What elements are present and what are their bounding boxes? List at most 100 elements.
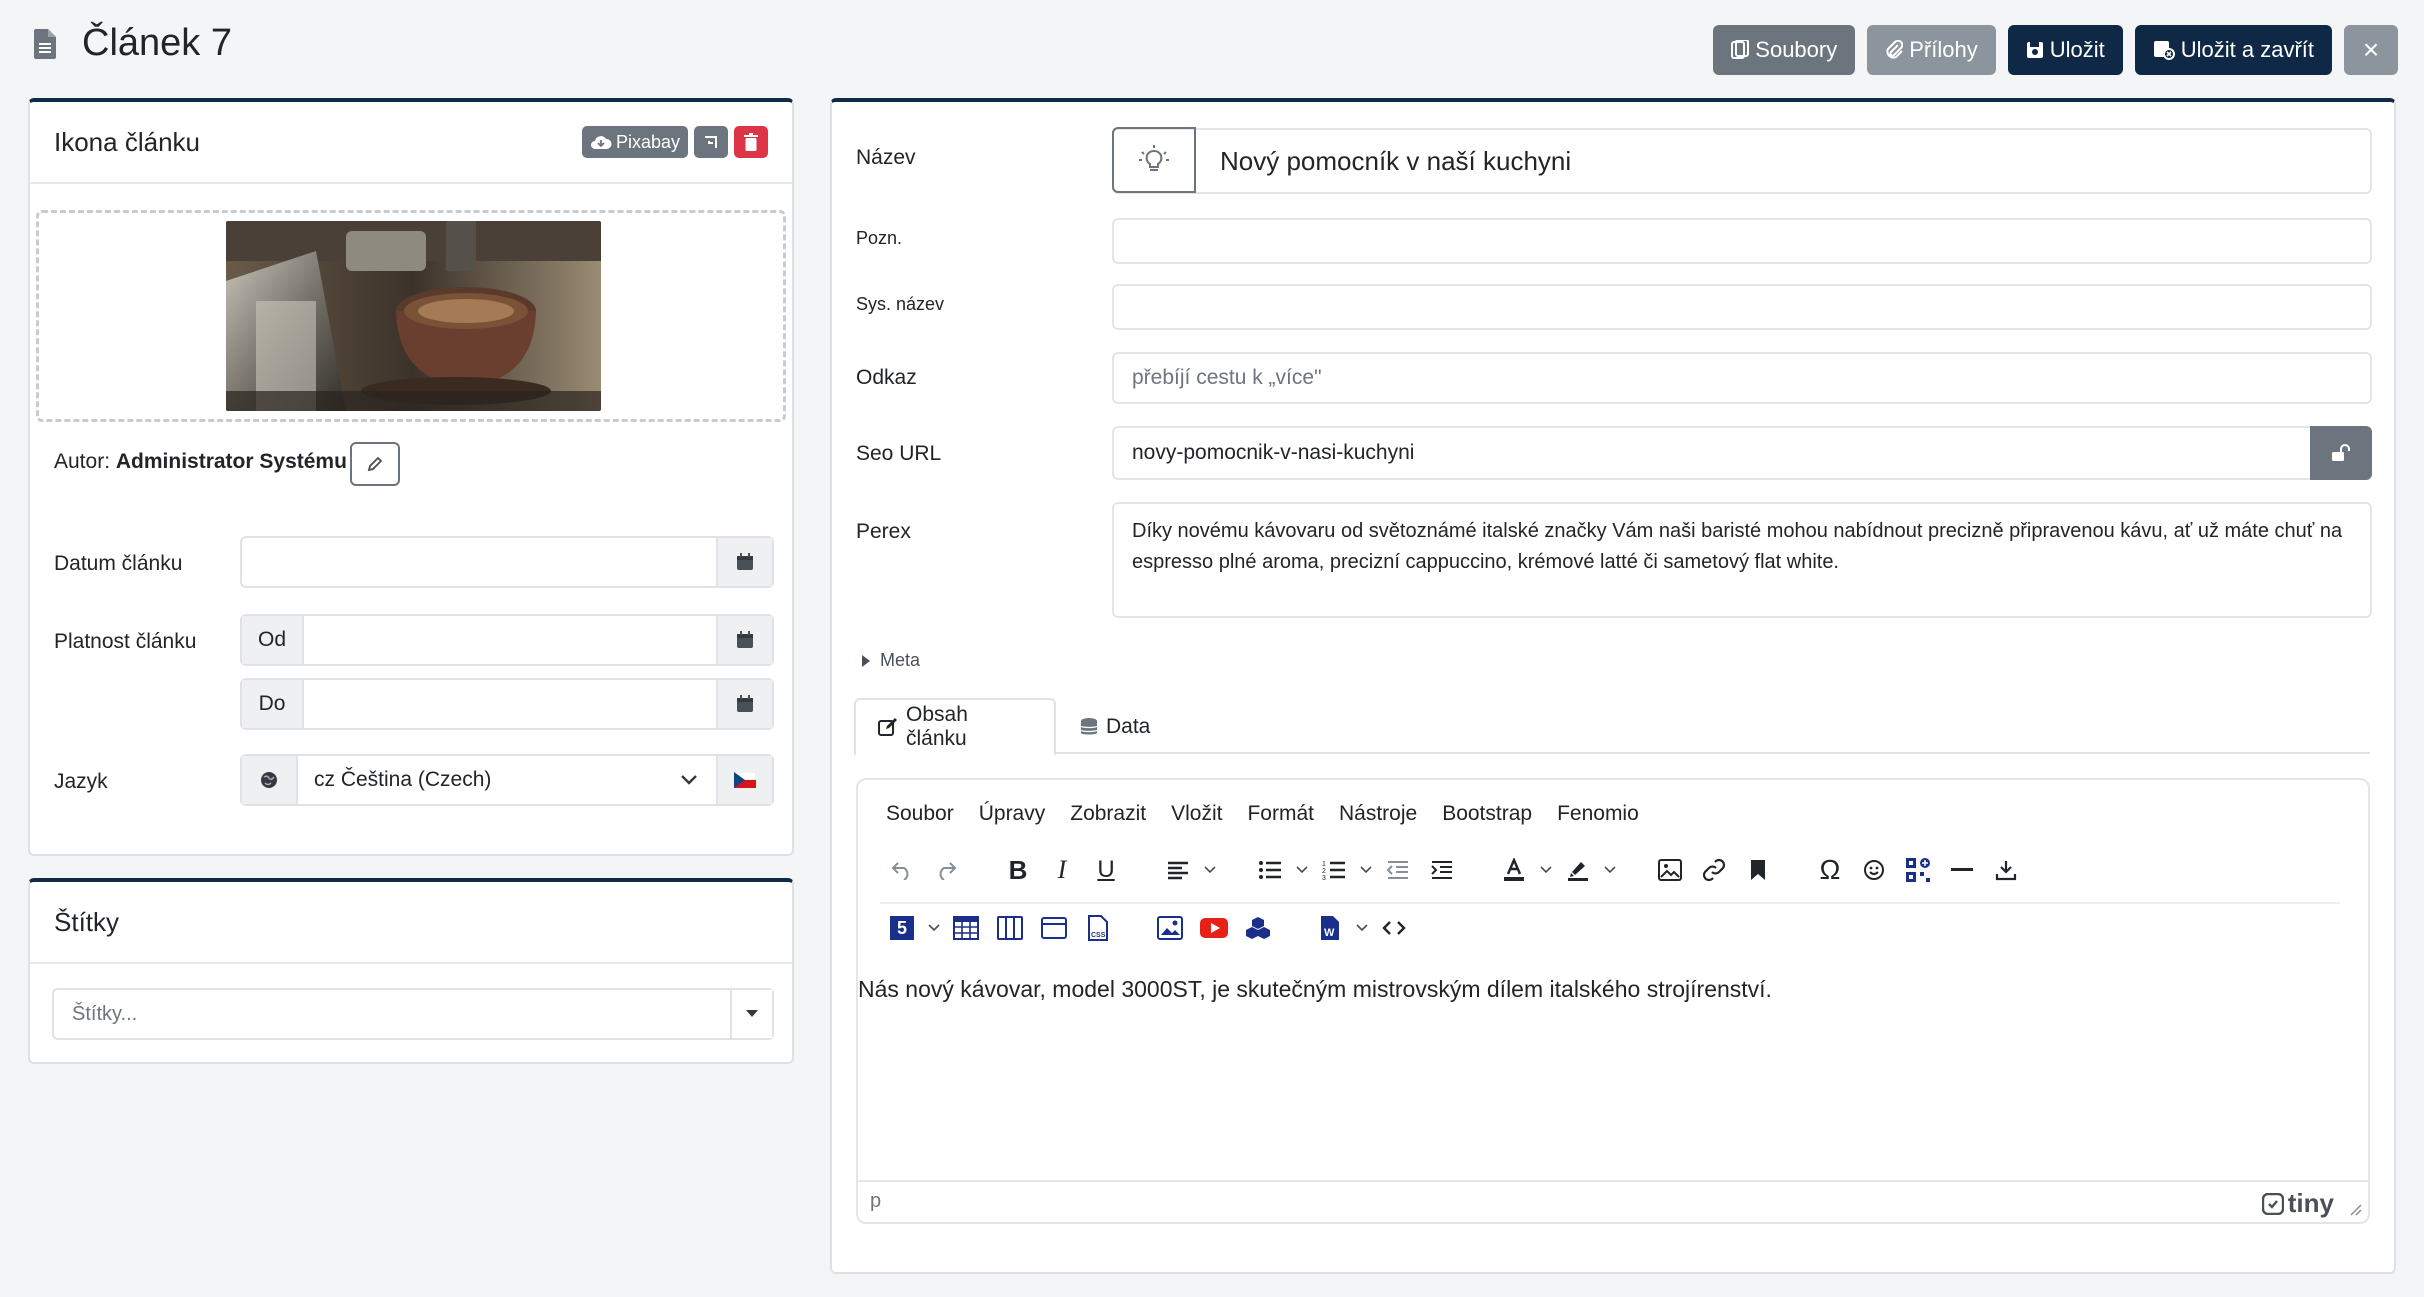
link-field[interactable]: přebíjí cestu k „více": [1112, 352, 2372, 404]
validity-to-input[interactable]: Do: [240, 678, 774, 730]
align-dropdown[interactable]: [1200, 848, 1220, 892]
browser-window-button[interactable]: [1032, 906, 1076, 950]
menu-insert[interactable]: Vložit: [1171, 802, 1222, 826]
language-select[interactable]: cz Čeština (Czech): [240, 754, 774, 806]
edit-author-button[interactable]: [350, 442, 400, 486]
bold-button[interactable]: B: [996, 848, 1040, 892]
editor-toolbar-row-2: 5 CSS W: [880, 906, 1416, 950]
columns-button[interactable]: [988, 906, 1032, 950]
numbered-list-button[interactable]: 123: [1312, 848, 1356, 892]
language-label: Jazyk: [54, 770, 108, 793]
highlight-button[interactable]: [1556, 848, 1600, 892]
text-color-button[interactable]: [1492, 848, 1536, 892]
tiny-brand[interactable]: tiny: [2261, 1188, 2334, 1219]
lightbulb-button[interactable]: [1112, 127, 1196, 193]
css-file-button[interactable]: CSS: [1076, 906, 1120, 950]
italic-button[interactable]: I: [1040, 848, 1084, 892]
heading-level-dropdown[interactable]: [924, 906, 944, 950]
gallery-button[interactable]: [1148, 906, 1192, 950]
bookmark-button[interactable]: [1736, 848, 1780, 892]
redo-button[interactable]: [924, 848, 968, 892]
insert-link-button[interactable]: [1692, 848, 1736, 892]
tags-card-header: Štítky: [30, 882, 792, 964]
blocks-button[interactable]: [1236, 906, 1280, 950]
gallery-icon: [1157, 916, 1183, 940]
validity-from-calendar-button[interactable]: [716, 616, 772, 664]
tags-select[interactable]: Štítky...: [52, 988, 774, 1040]
outdent-button[interactable]: [1376, 848, 1420, 892]
align-button[interactable]: [1156, 848, 1200, 892]
undo-button[interactable]: [880, 848, 924, 892]
menu-view[interactable]: Zobrazit: [1070, 802, 1146, 826]
name-field[interactable]: Nový pomocník v naší kuchyni: [1112, 127, 2372, 194]
language-value: cz Čeština (Czech): [314, 768, 492, 791]
save-close-button-label: Uložit a zavřít: [2180, 37, 2314, 62]
chevron-down-icon: [928, 924, 940, 932]
indent-button[interactable]: [1420, 848, 1464, 892]
editor-content[interactable]: Nás nový kávovar, model 3000ST, je skute…: [858, 976, 1772, 1003]
horizontal-line-button[interactable]: [1940, 848, 1984, 892]
qr-widget-button[interactable]: [1896, 848, 1940, 892]
special-char-button[interactable]: Ω: [1808, 848, 1852, 892]
note-field[interactable]: [1112, 218, 2372, 264]
element-path[interactable]: p: [870, 1190, 881, 1213]
validity-to-calendar-button[interactable]: [716, 680, 772, 728]
perex-value: Díky novému kávovaru od světoznámé itals…: [1132, 520, 2343, 573]
numbered-list-dropdown[interactable]: [1356, 848, 1376, 892]
menu-fenomio[interactable]: Fenomio: [1557, 802, 1639, 826]
crop-button[interactable]: [694, 126, 728, 158]
attachments-button-label: Přílohy: [1909, 37, 1978, 62]
seo-url-field[interactable]: novy-pomocnik-v-nasi-kuchyni: [1112, 426, 2372, 480]
validity-from-input[interactable]: Od: [240, 614, 774, 666]
underline-button[interactable]: U: [1084, 848, 1128, 892]
close-button[interactable]: ×: [2344, 25, 2398, 75]
tags-dropdown-toggle[interactable]: [730, 990, 772, 1038]
tab-data[interactable]: Data: [1058, 698, 1172, 756]
bullet-list-button[interactable]: [1248, 848, 1292, 892]
cubes-icon: [1245, 916, 1271, 940]
bullet-list-icon: [1258, 860, 1282, 880]
menu-edit[interactable]: Úpravy: [979, 802, 1046, 826]
resize-handle-icon[interactable]: [2348, 1202, 2362, 1216]
source-code-button[interactable]: [1372, 906, 1416, 950]
youtube-button[interactable]: [1192, 906, 1236, 950]
tab-article-content[interactable]: Obsah článku: [854, 698, 1056, 756]
seo-url-label: Seo URL: [856, 442, 942, 465]
sysname-field[interactable]: [1112, 284, 2372, 330]
cloud-download-icon: [590, 134, 612, 150]
word-import-dropdown[interactable]: [1352, 906, 1372, 950]
date-input[interactable]: [240, 536, 774, 588]
highlight-dropdown[interactable]: [1600, 848, 1620, 892]
text-color-dropdown[interactable]: [1536, 848, 1556, 892]
pixabay-button[interactable]: Pixabay: [581, 126, 688, 158]
emoji-button[interactable]: [1852, 848, 1896, 892]
menu-file[interactable]: Soubor: [886, 802, 954, 826]
heading-level-button[interactable]: 5: [880, 906, 924, 950]
meta-toggle[interactable]: Meta: [862, 650, 920, 671]
menu-format[interactable]: Formát: [1247, 802, 1314, 826]
save-close-button[interactable]: Uložit a zavřít: [2134, 25, 2332, 75]
download-button[interactable]: [1984, 848, 2028, 892]
redo-icon: [934, 860, 958, 880]
menu-bootstrap[interactable]: Bootstrap: [1442, 802, 1532, 826]
svg-text:W: W: [1324, 927, 1335, 939]
image-dropzone[interactable]: [36, 210, 786, 422]
table-button[interactable]: [944, 906, 988, 950]
perex-field[interactable]: Díky novému kávovaru od světoznámé itals…: [1112, 502, 2372, 618]
delete-image-button[interactable]: [734, 126, 768, 158]
seo-url-lock-button[interactable]: [2310, 426, 2372, 480]
insert-image-button[interactable]: [1648, 848, 1692, 892]
qr-puzzle-icon: [1905, 857, 1931, 883]
omega-icon: Ω: [1819, 854, 1841, 885]
chevron-down-icon: [1604, 866, 1616, 874]
word-import-button[interactable]: W: [1308, 906, 1352, 950]
menu-tools[interactable]: Nástroje: [1339, 802, 1417, 826]
date-calendar-button[interactable]: [716, 538, 772, 586]
attachments-button[interactable]: Přílohy: [1867, 25, 1996, 75]
bullet-list-dropdown[interactable]: [1292, 848, 1312, 892]
rich-text-editor[interactable]: Soubor Úpravy Zobrazit Vložit Formát Nás…: [856, 778, 2370, 1224]
files-button[interactable]: Soubory: [1713, 25, 1856, 75]
save-button[interactable]: Uložit: [2007, 25, 2123, 75]
article-icon-card-header: Ikona článku Pixabay: [30, 102, 792, 184]
heading-level-icon: 5: [890, 916, 914, 940]
